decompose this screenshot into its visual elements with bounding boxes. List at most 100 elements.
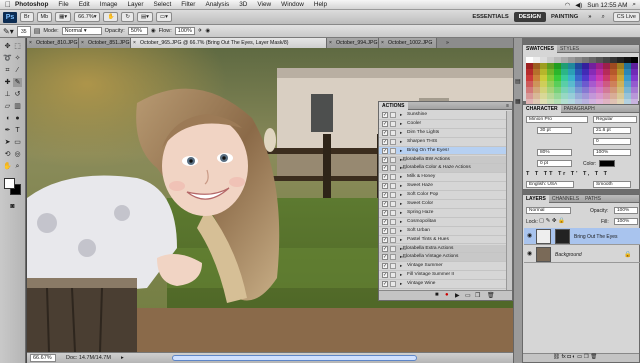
workspace-painting[interactable]: PAINTING [546,14,583,20]
wifi-icon[interactable]: ◠ [565,1,571,9]
toggle-checkbox[interactable]: ✓ [382,112,388,118]
text-style-buttons[interactable]: T T TT Tr T' T, T T [526,171,638,178]
close-tab-icon[interactable]: × [29,38,32,48]
action-expand-icon[interactable]: ▸ [400,280,402,288]
layer-mask-thumbnail[interactable] [555,229,570,244]
action-set-row[interactable]: ✓ ▸▭ Florabella Color & Haze Actions [379,164,512,174]
brush-tool-icon[interactable]: ✎ [13,78,22,87]
zoom-tool-icon[interactable]: ⌕ [13,162,22,171]
spotlight-search-icon[interactable]: ⌕ [632,1,636,9]
new-set-icon[interactable]: ▭ [465,292,471,299]
group-icon[interactable]: ▭ [577,354,582,360]
tablet-opacity-icon[interactable]: ◉ [151,28,156,34]
font-style-select[interactable]: Regular [593,116,637,123]
dialog-toggle[interactable] [390,281,396,288]
horizontal-scale-field[interactable]: 100% [593,149,631,156]
action-expand-icon[interactable]: ▸ [400,262,402,270]
action-row[interactable]: ✓ ▸ Cooler [379,120,512,129]
eyedropper-tool-icon[interactable]: ⁄ [13,66,22,75]
action-row[interactable]: ✓ ▸ Bring On The Eyes! [379,146,512,156]
tab-paths[interactable]: PATHS [582,195,604,203]
action-row[interactable]: ✓ ▸ Soft Urban [379,227,512,236]
font-size-field[interactable]: 30 pt [537,127,572,134]
antialias-select[interactable]: Smooth [593,181,631,188]
dialog-toggle[interactable] [390,129,396,136]
toggle-checkbox[interactable]: ✓ [382,129,388,136]
dialog-toggle[interactable] [390,254,396,261]
toggle-checkbox[interactable]: ✓ [382,192,388,199]
font-family-select[interactable]: Minion Pro [526,116,588,123]
dialog-toggle[interactable] [390,120,396,127]
menu-view[interactable]: View [252,1,276,8]
quick-selection-tool-icon[interactable]: ✧ [13,54,22,63]
action-row[interactable]: ✓ ▸ Pastel Tints & Hues [379,236,512,245]
action-row[interactable]: ✓ ▸ Soft Color Pop [379,191,512,200]
action-row[interactable]: ✓ ▸ Spring Haze [379,209,512,218]
action-expand-icon[interactable]: ▸ [400,209,402,217]
toggle-checkbox[interactable]: ✓ [382,183,388,190]
toggle-checkbox[interactable]: ✓ [382,272,388,279]
layer-opacity-field[interactable]: 100% [614,207,638,214]
panel-menu-icon[interactable]: ≡ [506,103,512,109]
type-tool-icon[interactable]: T [13,126,22,135]
close-tab-icon[interactable]: × [329,38,332,48]
toggle-checkbox[interactable]: ✓ [382,254,388,261]
add-mask-icon[interactable]: ◘ [567,354,570,360]
action-row[interactable]: ✓ ▸ Milk & Honey [379,173,512,183]
dialog-toggle[interactable] [390,192,396,199]
action-expand-icon[interactable]: ▸ [400,200,402,208]
doc-tab-october-810[interactable]: × October_810.JPG [27,38,79,48]
apple-icon[interactable]:  [5,0,13,9]
adjustment-icon[interactable]: ◐ [572,354,575,360]
gradient-tool-icon[interactable]: ▥ [13,102,22,111]
view-extras-button[interactable]: ▦▾ [55,12,72,22]
workspace-essentials[interactable]: ESSENTIALS [467,14,513,20]
status-zoom-field[interactable]: 66.67% [30,354,56,362]
eye-icon[interactable]: ◉ [527,251,533,257]
shape-tool-icon[interactable]: ▭ [13,138,22,147]
foreground-color-swatch[interactable] [4,178,15,189]
collapsed-panel-icon[interactable]: ▦ [515,98,521,105]
language-select[interactable]: English: USA [526,181,574,188]
fx-icon[interactable]: fx [562,354,566,360]
menu-window[interactable]: Window [276,1,309,8]
dialog-toggle[interactable] [390,245,396,252]
action-set-row[interactable]: ✓ ▸▭ Florabella Extra Actions [379,244,512,254]
text-color-swatch[interactable] [599,160,615,167]
tracking-field[interactable]: 0 [593,138,631,145]
delete-layer-icon[interactable]: 🗑 [590,354,597,360]
toggle-checkbox[interactable]: ✓ [382,165,388,172]
action-expand-icon[interactable]: ▸ [400,218,402,226]
dodge-tool-icon[interactable]: ● [13,114,22,123]
tab-layers[interactable]: LAYERS [523,194,549,203]
arrange-documents-button[interactable]: ▤▾ [136,12,153,22]
actions-scrollbar[interactable] [506,111,512,291]
toggle-checkbox[interactable]: ✓ [382,156,388,163]
toggle-checkbox[interactable]: ✓ [382,218,388,225]
bridge-button[interactable]: Br [20,12,34,22]
action-row[interactable]: ✓ ▸ Sweet Haze [379,182,512,192]
dialog-toggle[interactable] [390,112,396,118]
cs-live-button[interactable]: CS Live [612,12,640,22]
dialog-toggle[interactable] [390,227,396,234]
dialog-toggle[interactable] [390,236,396,243]
tab-paragraph[interactable]: PARAGRAPH [561,105,598,113]
action-row[interactable]: ✓ ▸ Sharpen THIS [379,138,512,147]
path-selection-tool-icon[interactable]: ➤ [3,138,12,147]
tab-styles[interactable]: STYLES [557,45,582,53]
action-expand-icon[interactable]: ▸ [400,236,402,244]
doc-tab-october-965[interactable]: × October_965.JPG @ 66.7% (Bring Out The … [131,38,327,48]
action-set-row[interactable]: ✓ ▸▭ Florabella BW Actions [379,155,512,165]
tablet-size-icon[interactable]: ◉ [205,28,210,34]
dialog-toggle[interactable] [390,209,396,216]
play-icon[interactable]: ▶ [455,292,460,299]
doc-tab-october-851[interactable]: × October_851.JPG [79,38,131,48]
zoom-level-select[interactable]: 66.7%▾ [74,12,101,22]
tab-channels[interactable]: CHANNELS [549,195,582,203]
action-expand-icon[interactable]: ▸ [400,271,402,279]
action-row[interactable]: ✓ ▸ Cosmopolitan [379,218,512,227]
clone-stamp-tool-icon[interactable]: ⊥ [3,90,12,99]
workspace-design[interactable]: DESIGN [513,12,546,22]
action-row[interactable]: ✓ ▸ Sweet Color [379,200,512,209]
tab-swatches[interactable]: SWATCHES [523,44,557,53]
